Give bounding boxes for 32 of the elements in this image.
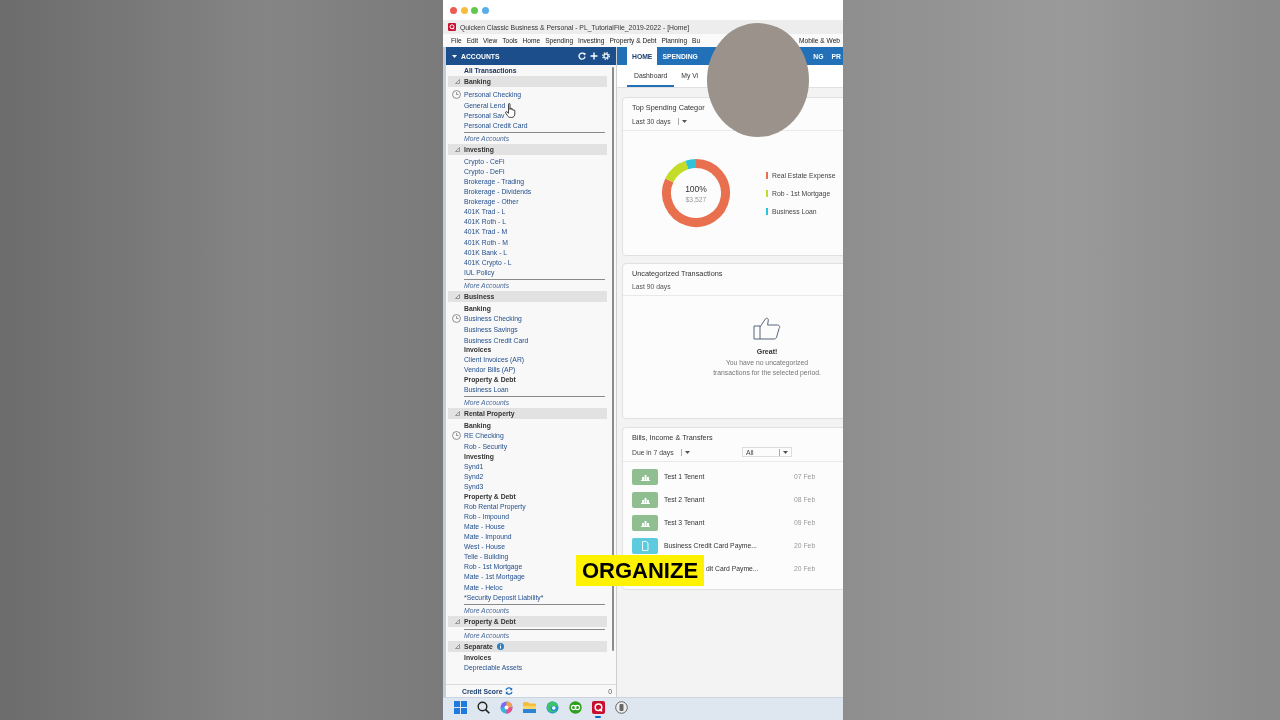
caret-icon [681,120,687,123]
window-zoom-icon[interactable] [471,6,478,14]
caret-icon [684,450,690,454]
thumbs-up-icon [753,315,781,340]
window-button-icon[interactable] [481,6,489,14]
refresh-icon[interactable] [505,687,514,695]
caret-icon [783,450,788,454]
bar-tile-icon [632,514,658,531]
clock-icon [452,314,461,324]
bar-tile-icon [632,491,658,508]
refresh-icon[interactable] [578,52,586,60]
hand-cursor-icon [505,103,516,118]
app-logo-icon[interactable] [591,700,605,718]
document-tile-icon [632,537,658,554]
caption-banner: ORGANIZE [576,555,704,586]
plus-icon[interactable] [590,52,598,60]
expand-triangle-icon [455,79,460,84]
donut-percent-label: 100% [685,183,707,194]
expand-triangle-icon [455,411,460,417]
scrollbar-thumb[interactable] [612,67,614,651]
clock-icon [452,431,461,441]
window-close-icon[interactable] [450,6,457,14]
app-logo-icon [448,23,456,31]
clock-icon [452,89,461,99]
bar-tile-icon [632,468,658,485]
expand-triangle-icon [455,644,460,650]
settings-icon[interactable] [602,52,610,60]
caret-icon [452,54,457,58]
info-icon[interactable] [496,643,504,651]
expand-triangle-icon [455,294,460,300]
expand-triangle-icon [455,619,460,625]
expand-triangle-icon [455,147,460,153]
